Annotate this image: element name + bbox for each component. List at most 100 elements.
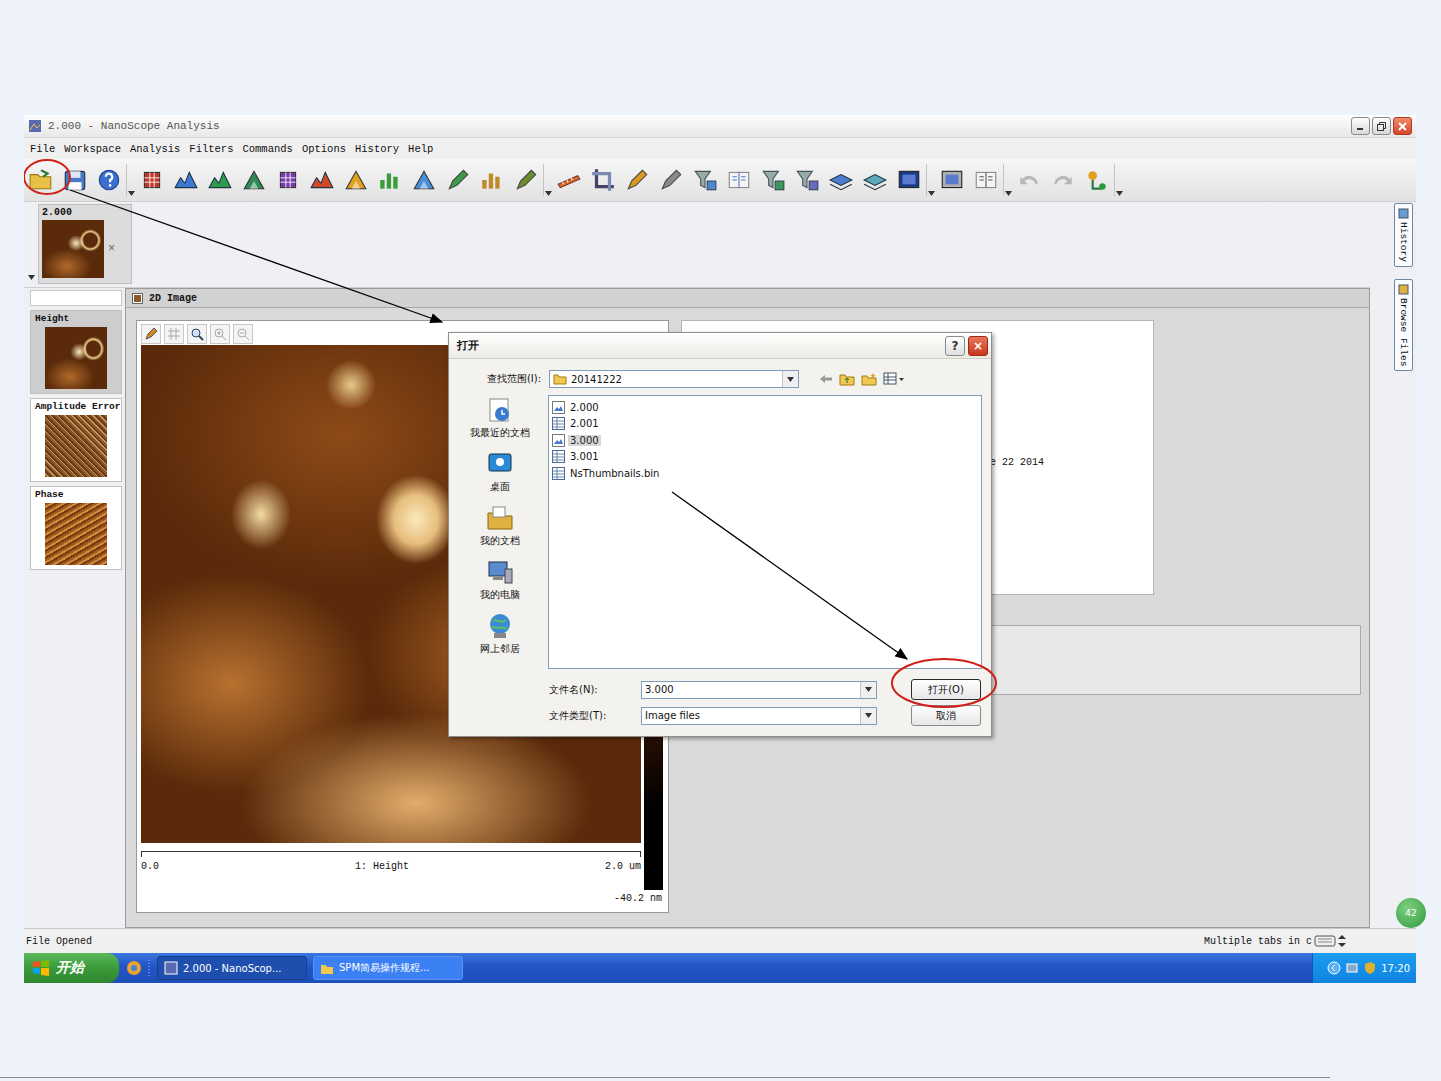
file-item[interactable]: 2.000 [552, 399, 978, 416]
tray-arrow-icon[interactable] [1327, 961, 1341, 975]
open-button[interactable]: 打开(O) [911, 679, 981, 700]
channel-item[interactable]: Height [30, 310, 122, 394]
image-tool[interactable] [141, 324, 161, 344]
channel-filter[interactable] [30, 290, 122, 306]
back-icon[interactable] [819, 373, 833, 385]
toolbar-dropdown-icon[interactable] [1005, 191, 1012, 196]
layout-icon[interactable] [939, 167, 965, 193]
menu-item[interactable]: Workspace [64, 143, 121, 155]
menu-item[interactable]: Help [408, 143, 433, 155]
minimize-button[interactable] [1351, 117, 1370, 135]
start-button[interactable]: 开始 [24, 953, 119, 983]
close-button[interactable] [1393, 117, 1412, 135]
cancel-button[interactable]: 取消 [911, 705, 981, 726]
combo-arrow-icon[interactable] [865, 687, 872, 692]
taskbar-button[interactable]: 2.000 - NanoScop... [157, 956, 307, 980]
lowpass-icon[interactable] [760, 167, 786, 193]
crop-icon[interactable] [590, 167, 616, 193]
look-in-combo[interactable]: 20141222 [549, 370, 799, 388]
ruler-icon[interactable] [556, 167, 582, 193]
toolbar-dropdown-icon[interactable] [545, 191, 552, 196]
grain-icon[interactable] [513, 167, 539, 193]
filter-icon[interactable] [692, 167, 718, 193]
3d-view-icon[interactable] [173, 167, 199, 193]
image-view-icon[interactable] [139, 167, 165, 193]
place-item[interactable]: 我的电脑 [480, 557, 520, 602]
spinner-icon[interactable] [1338, 934, 1346, 948]
brush-icon[interactable] [658, 167, 684, 193]
menu-item[interactable]: Options [302, 143, 346, 155]
combo-arrow[interactable] [860, 708, 876, 724]
script-icon[interactable] [1084, 167, 1110, 193]
menu-item[interactable]: Analysis [130, 143, 180, 155]
image-tool[interactable] [210, 324, 230, 344]
place-item[interactable]: 网上邻居 [480, 611, 520, 656]
shield-tray-icon[interactable] [1363, 961, 1377, 975]
histogram-icon[interactable] [377, 167, 403, 193]
step-icon[interactable] [343, 167, 369, 193]
redo-icon[interactable] [1050, 167, 1076, 193]
bearing-icon[interactable] [275, 167, 301, 193]
image-tool[interactable] [233, 324, 253, 344]
channel-item[interactable]: Amplitude Error [30, 398, 122, 482]
taskbar-button[interactable]: SPM简易操作规程... [313, 956, 463, 980]
side-tab[interactable]: History [1394, 203, 1413, 267]
toolbar-dropdown-icon[interactable] [1116, 191, 1123, 196]
combo-arrow-icon[interactable] [787, 377, 794, 382]
file-item[interactable]: 3.001 [552, 449, 978, 466]
browse-icon [1398, 284, 1409, 295]
erase-icon[interactable] [624, 167, 650, 193]
flatten-icon[interactable] [828, 167, 854, 193]
section-icon[interactable] [241, 167, 267, 193]
floating-badge[interactable]: 42 [1396, 898, 1426, 928]
menu-item[interactable]: File [30, 143, 55, 155]
place-item[interactable]: 我最近的文档 [470, 395, 530, 440]
place-item[interactable]: 我的文档 [480, 503, 520, 548]
channel-item[interactable]: Phase [30, 486, 122, 570]
help-icon[interactable] [96, 167, 122, 193]
image-tool[interactable] [187, 324, 207, 344]
network-tray-icon[interactable] [1345, 961, 1359, 975]
menu-item[interactable]: Filters [189, 143, 233, 155]
report-icon[interactable] [973, 167, 999, 193]
quick-launch-icon[interactable] [125, 959, 143, 977]
place-item[interactable]: 桌面 [485, 449, 515, 494]
particle-icon[interactable] [445, 167, 471, 193]
file-item[interactable]: NsThumbnails.bin [552, 465, 978, 482]
strip-toggle-icon[interactable] [28, 275, 35, 280]
tab-close-button[interactable]: × [108, 242, 115, 256]
power-spectrum-icon[interactable] [479, 167, 505, 193]
image-tool[interactable] [164, 324, 184, 344]
toolbar-dropdown-icon[interactable] [928, 191, 935, 196]
highpass-icon[interactable] [794, 167, 820, 193]
combo-arrow[interactable] [860, 682, 876, 698]
dialog-close-button[interactable]: × [968, 336, 988, 356]
file-type-select[interactable]: Image files [641, 707, 877, 725]
strip-toggle[interactable] [28, 271, 35, 283]
side-tab[interactable]: Browse Files [1394, 279, 1413, 371]
undo-icon[interactable] [1016, 167, 1042, 193]
toolbar-dropdown-icon[interactable] [128, 191, 135, 196]
menu-item[interactable]: History [355, 143, 399, 155]
dialog-help-button[interactable]: ? [945, 336, 965, 356]
file-name-input[interactable]: 3.000 [641, 681, 877, 699]
combo-arrow[interactable] [782, 371, 798, 387]
depth-icon[interactable] [411, 167, 437, 193]
restore-button[interactable] [1372, 117, 1391, 135]
open-file-tab[interactable]: 2.000× [38, 204, 132, 284]
file-item[interactable]: 2.001 [552, 416, 978, 433]
surface-icon[interactable] [207, 167, 233, 193]
planefit-icon[interactable] [862, 167, 888, 193]
save-icon[interactable] [62, 167, 88, 193]
view-menu-icon[interactable] [883, 372, 905, 386]
new-folder-icon[interactable] [861, 372, 877, 386]
keyboard-icon[interactable] [1314, 934, 1336, 948]
file-item[interactable]: 3.000 [552, 432, 978, 449]
up-folder-icon[interactable] [839, 372, 855, 386]
fft-icon[interactable] [896, 167, 922, 193]
menu-item[interactable]: Commands [242, 143, 292, 155]
combo-arrow-icon[interactable] [865, 713, 872, 718]
open-icon[interactable] [28, 167, 54, 193]
roughness-icon[interactable] [309, 167, 335, 193]
table-icon[interactable] [726, 167, 752, 193]
